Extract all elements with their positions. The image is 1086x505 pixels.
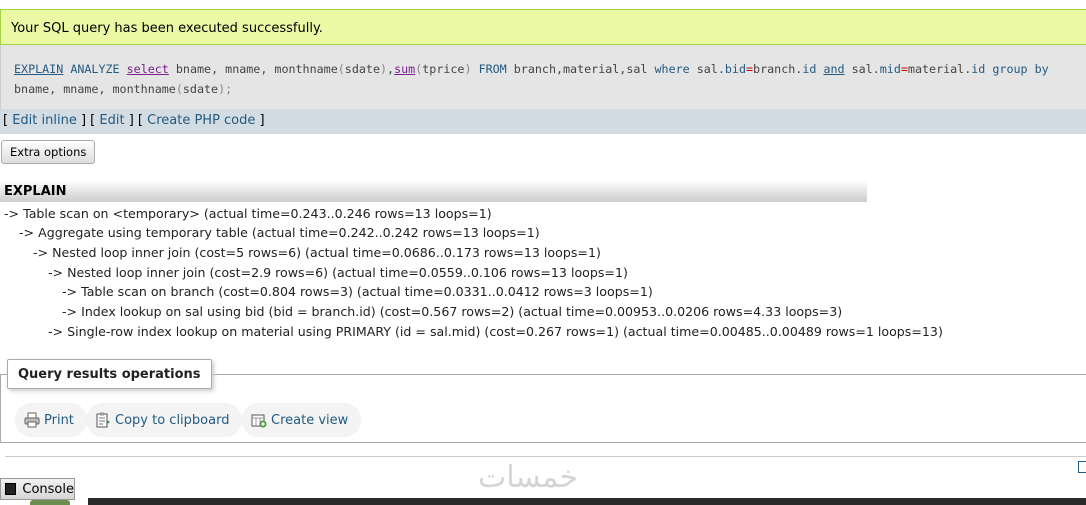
link-bracket: ] [ <box>76 113 100 128</box>
sql-field: mid <box>879 62 901 76</box>
explain-line: -> Table scan on <temporary> (actual tim… <box>4 206 492 221</box>
sql-field: id <box>802 62 817 76</box>
link-bracket: [ <box>3 113 13 128</box>
copy-to-clipboard-label: Copy to clipboard <box>115 412 230 428</box>
create-view-label: Create view <box>271 412 349 428</box>
clipboard-icon <box>95 412 111 428</box>
sql-keyword: ANALYZE <box>70 62 120 76</box>
sql-text: material. <box>907 62 972 76</box>
query-results-operations-legend: Query results operations <box>7 359 212 389</box>
explain-line: -> Single-row index lookup on material u… <box>48 324 943 339</box>
sql-keyword: FROM <box>471 62 507 76</box>
success-message: Your SQL query has been executed success… <box>0 9 1086 45</box>
sql-query-box: EXPLAIN ANALYZE select bname, mname, mon… <box>0 45 1086 109</box>
footer-avatar <box>30 500 70 505</box>
sql-field: id <box>971 62 986 76</box>
sql-field: bid <box>724 62 746 76</box>
print-label: Print <box>44 412 74 428</box>
print-button[interactable]: Print <box>16 404 86 436</box>
link-bracket: ] [ <box>124 113 148 128</box>
create-view-button[interactable]: Create view <box>243 404 361 436</box>
watermark: خمسات <box>478 460 579 495</box>
sql-paren: ( <box>337 62 345 76</box>
explain-header: EXPLAIN <box>0 180 867 202</box>
edit-link[interactable]: Edit <box>99 113 124 128</box>
console-label: Console <box>22 481 74 497</box>
sql-text: sdate <box>344 62 380 76</box>
console-tab[interactable]: Console <box>0 478 75 500</box>
sql-text: branch. <box>753 62 803 76</box>
extra-options-button[interactable]: Extra options <box>1 140 96 164</box>
sql-operator: = <box>746 62 754 76</box>
sql-operator: = <box>900 62 908 76</box>
create-php-code-link[interactable]: Create PHP code <box>147 113 255 128</box>
sql-keyword[interactable]: EXPLAIN <box>14 62 63 76</box>
sql-paren: ) <box>379 62 388 76</box>
sql-paren: ); <box>218 82 233 96</box>
explain-line: -> Aggregate using temporary table (actu… <box>19 225 540 240</box>
sql-text: tprice <box>422 62 465 76</box>
sql-text: sal. <box>844 62 880 76</box>
explain-line: -> Nested loop inner join (cost=2.9 rows… <box>48 265 628 280</box>
sql-text: sdate <box>182 82 219 96</box>
sql-text: branch,material,sal <box>506 62 655 76</box>
edit-inline-link[interactable]: Edit inline <box>12 113 77 128</box>
success-message-text: Your SQL query has been executed success… <box>11 21 323 36</box>
divider <box>5 456 1086 457</box>
link-bracket: ] <box>255 113 265 128</box>
explain-line: -> Nested loop inner join (cost=5 rows=6… <box>33 245 601 260</box>
page-corner-icon[interactable] <box>1078 461 1086 473</box>
console-icon <box>5 483 17 495</box>
print-icon <box>24 412 40 428</box>
explain-line: -> Index lookup on sal using bid (bid = … <box>62 304 843 319</box>
sql-text: bname, mname, monthname <box>14 82 176 96</box>
sql-function[interactable]: sum <box>394 62 415 76</box>
sql-keyword: where <box>654 62 690 76</box>
sql-keyword[interactable]: select <box>127 62 169 76</box>
footer-bar <box>88 498 1086 505</box>
copy-to-clipboard-button[interactable]: Copy to clipboard <box>87 404 242 436</box>
explain-line: -> Table scan on branch (cost=0.804 rows… <box>62 284 653 299</box>
sql-keyword: group by <box>992 62 1049 76</box>
query-edit-links: [ Edit inline ] [ Edit ] [ Create PHP co… <box>0 109 1086 134</box>
sql-query-code: EXPLAIN ANALYZE select bname, mname, mon… <box>14 59 1078 99</box>
create-view-icon <box>251 412 267 428</box>
sql-text: sal. <box>689 62 725 76</box>
sql-keyword[interactable]: and <box>823 62 844 76</box>
sql-paren: ) <box>464 62 472 76</box>
sql-text: bname, mname, monthname <box>168 62 338 76</box>
sql-paren: ( <box>175 82 183 96</box>
